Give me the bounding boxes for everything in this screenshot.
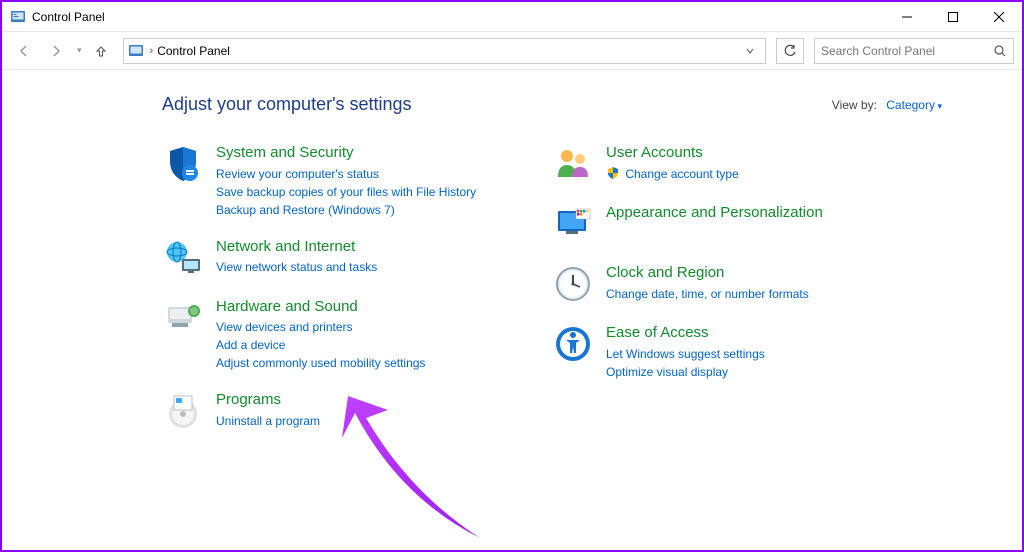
left-column: System and Security Review your computer…	[162, 143, 502, 450]
forward-button[interactable]	[42, 37, 70, 65]
search-icon	[993, 44, 1007, 58]
control-panel-breadcrumb-icon	[128, 43, 144, 59]
window-title: Control Panel	[32, 10, 884, 24]
category-link[interactable]: Adjust commonly used mobility settings	[216, 354, 502, 372]
navigation-bar: ▾ › Control Panel	[2, 32, 1022, 70]
shield-icon	[606, 166, 620, 180]
category-title[interactable]: Ease of Access	[606, 323, 892, 343]
programs-icon	[162, 390, 204, 432]
category-title[interactable]: User Accounts	[606, 143, 892, 163]
category-system-security: System and Security Review your computer…	[162, 143, 502, 219]
category-title[interactable]: Network and Internet	[216, 237, 502, 257]
address-dropdown-icon[interactable]	[739, 46, 761, 56]
category-clock-region: Clock and Region Change date, time, or n…	[552, 263, 892, 305]
view-by-selector[interactable]: View by: Category	[832, 98, 942, 112]
category-link[interactable]: Backup and Restore (Windows 7)	[216, 201, 502, 219]
content-header: Adjust your computer's settings View by:…	[162, 94, 962, 115]
user-accounts-icon	[552, 143, 594, 185]
breadcrumb-text[interactable]: Control Panel	[157, 44, 739, 58]
category-link[interactable]: Save backup copies of your files with Fi…	[216, 183, 502, 201]
hardware-sound-icon	[162, 297, 204, 339]
title-bar: Control Panel	[2, 2, 1022, 32]
category-link[interactable]: Add a device	[216, 336, 502, 354]
clock-region-icon	[552, 263, 594, 305]
system-security-icon	[162, 143, 204, 185]
address-bar[interactable]: › Control Panel	[123, 38, 766, 64]
category-link[interactable]: Change date, time, or number formats	[606, 285, 892, 303]
category-link[interactable]: Optimize visual display	[606, 363, 892, 381]
category-title[interactable]: System and Security	[216, 143, 502, 163]
close-button[interactable]	[976, 2, 1022, 32]
control-panel-app-icon	[10, 9, 26, 25]
category-link[interactable]: Review your computer's status	[216, 165, 502, 183]
category-network-internet: Network and Internet View network status…	[162, 237, 502, 279]
category-link[interactable]: Let Windows suggest settings	[606, 345, 892, 363]
search-box[interactable]	[814, 38, 1014, 64]
right-column: User Accounts Change account type Appear…	[552, 143, 892, 450]
category-user-accounts: User Accounts Change account type	[552, 143, 892, 185]
view-by-value[interactable]: Category	[886, 98, 942, 112]
category-title[interactable]: Hardware and Sound	[216, 297, 502, 317]
window-controls	[884, 2, 1022, 32]
category-link[interactable]: View devices and printers	[216, 318, 502, 336]
category-grid: System and Security Review your computer…	[162, 143, 962, 450]
maximize-button[interactable]	[930, 2, 976, 32]
category-title[interactable]: Appearance and Personalization	[606, 203, 892, 223]
category-hardware-sound: Hardware and Sound View devices and prin…	[162, 297, 502, 373]
category-programs: Programs Uninstall a program	[162, 390, 502, 432]
category-title[interactable]: Programs	[216, 390, 502, 410]
appearance-icon	[552, 203, 594, 245]
search-input[interactable]	[821, 44, 993, 58]
content-area: Adjust your computer's settings View by:…	[2, 70, 1022, 450]
category-ease-of-access: Ease of Access Let Windows suggest setti…	[552, 323, 892, 381]
up-button[interactable]	[89, 39, 113, 63]
recent-locations-dropdown[interactable]: ▾	[74, 45, 85, 56]
back-button[interactable]	[10, 37, 38, 65]
refresh-button[interactable]	[776, 38, 804, 64]
page-title: Adjust your computer's settings	[162, 94, 412, 115]
category-link[interactable]: Uninstall a program	[216, 412, 502, 430]
category-link[interactable]: View network status and tasks	[216, 258, 502, 276]
ease-of-access-icon	[552, 323, 594, 365]
network-internet-icon	[162, 237, 204, 279]
breadcrumb-separator: ›	[150, 45, 154, 57]
minimize-button[interactable]	[884, 2, 930, 32]
category-appearance-personalization: Appearance and Personalization	[552, 203, 892, 245]
category-link[interactable]: Change account type	[606, 165, 892, 183]
category-title[interactable]: Clock and Region	[606, 263, 892, 283]
